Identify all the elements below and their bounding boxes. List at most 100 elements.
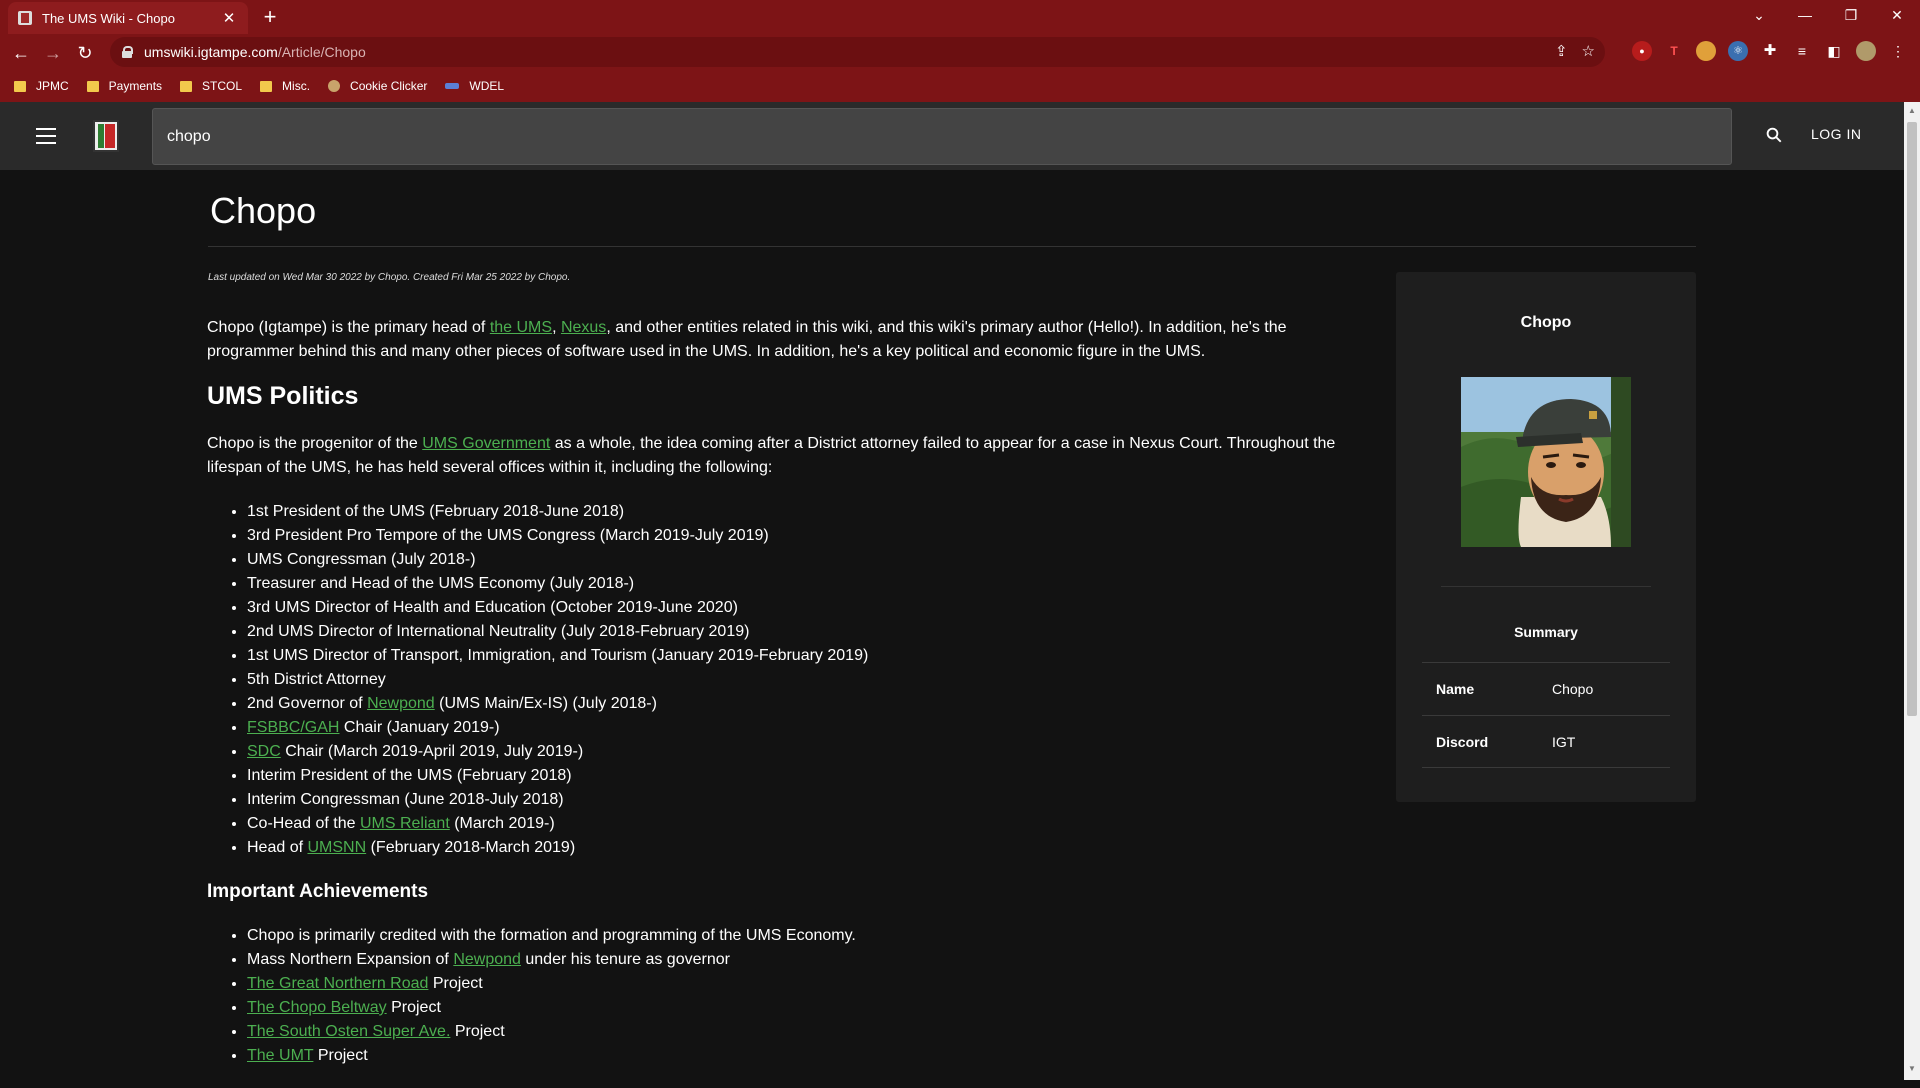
link-chopo-beltway[interactable]: The Chopo Beltway bbox=[247, 999, 387, 1016]
scroll-thumb[interactable] bbox=[1907, 122, 1917, 716]
infobox: Chopo Summary Name Chopo Discord IGT bbox=[1396, 272, 1696, 802]
side-panel-icon[interactable]: ◧ bbox=[1824, 41, 1844, 61]
extensions-puzzle-icon[interactable]: ✚ bbox=[1760, 41, 1780, 61]
link-newpond[interactable]: Newpond bbox=[453, 951, 521, 968]
list-item: The South Osten Super Ave. Project bbox=[247, 1020, 1367, 1044]
bookmark-stcol[interactable]: STCOL bbox=[180, 79, 242, 93]
avatar bbox=[1461, 377, 1631, 547]
ublock-extension-icon[interactable]: ● bbox=[1632, 41, 1652, 61]
scroll-down-icon[interactable]: ▼ bbox=[1907, 1064, 1917, 1073]
lock-icon[interactable] bbox=[122, 46, 133, 58]
page-title: Chopo bbox=[210, 190, 317, 231]
bookmark-cookie-clicker[interactable]: Cookie Clicker bbox=[328, 79, 427, 93]
back-icon[interactable]: ← bbox=[8, 40, 34, 66]
bookmark-label: Misc. bbox=[282, 79, 311, 93]
cookie-icon bbox=[328, 80, 341, 92]
article-page: Chopo Last updated on Wed Mar 30 2022 by… bbox=[0, 170, 1904, 1080]
extension-tp-icon[interactable]: T bbox=[1664, 41, 1684, 61]
list-item: Chopo is primarily credited with the for… bbox=[247, 924, 1367, 948]
list-item: The Great Northern Road Project bbox=[247, 972, 1367, 996]
article-meta: Last updated on Wed Mar 30 2022 by Chopo… bbox=[208, 272, 571, 283]
site-favicon-icon bbox=[18, 11, 32, 25]
article-content: Chopo (Igtampe) is the primary head of t… bbox=[207, 316, 1367, 1088]
list-item: 2nd Governor of Newpond (UMS Main/Ex-IS)… bbox=[247, 692, 1367, 716]
restore-button[interactable]: ❐ bbox=[1828, 0, 1874, 30]
folder-icon bbox=[14, 80, 26, 92]
row-key: Discord bbox=[1436, 733, 1489, 750]
folder-icon bbox=[86, 80, 99, 92]
new-tab-button[interactable]: + bbox=[258, 4, 282, 30]
list-item: FSBBC/GAH Chair (January 2019-) bbox=[247, 716, 1367, 740]
list-item: 3rd President Pro Tempore of the UMS Con… bbox=[247, 524, 1367, 548]
link-south-osten-super-ave[interactable]: The South Osten Super Ave. bbox=[247, 1023, 450, 1040]
bookmark-wdel[interactable]: WDEL bbox=[445, 79, 504, 93]
link-sdc[interactable]: SDC bbox=[247, 743, 281, 760]
bookmark-star-icon[interactable]: ☆ bbox=[1582, 42, 1595, 60]
bookmark-label: Cookie Clicker bbox=[350, 79, 428, 93]
row-value: IGT bbox=[1552, 733, 1576, 750]
browser-menu-icon[interactable]: ⋮ bbox=[1888, 41, 1908, 61]
offices-list: 1st President of the UMS (February 2018-… bbox=[207, 500, 1367, 860]
intro-paragraph: Chopo (Igtampe) is the primary head of t… bbox=[207, 319, 1287, 360]
list-item: The Chopo Beltway Project bbox=[247, 996, 1367, 1020]
login-button[interactable]: LOG IN bbox=[1811, 126, 1861, 142]
row-value: Chopo bbox=[1552, 681, 1594, 697]
minimize-button[interactable]: — bbox=[1782, 0, 1828, 30]
link-great-northern-road[interactable]: The Great Northern Road bbox=[247, 975, 428, 992]
link-nexus[interactable]: Nexus bbox=[561, 319, 606, 336]
browser-tab[interactable]: The UMS Wiki - Chopo ✕ bbox=[8, 2, 248, 34]
link-umsnn[interactable]: UMSNN bbox=[307, 839, 366, 856]
menu-icon[interactable] bbox=[36, 128, 56, 144]
share-icon[interactable]: ⇪ bbox=[1555, 42, 1568, 60]
list-item: The UMT Project bbox=[247, 1044, 1367, 1068]
search-icon[interactable] bbox=[1765, 126, 1783, 144]
title-divider bbox=[208, 246, 1696, 247]
reading-list-icon[interactable]: ≡ bbox=[1792, 41, 1812, 61]
link-the-umt[interactable]: The UMT bbox=[247, 1047, 313, 1064]
address-bar[interactable]: umswiki.igtampe.com /Article/Chopo ⇪ ☆ bbox=[110, 37, 1605, 67]
list-item: Head of UMSNN (February 2018-March 2019) bbox=[247, 836, 1367, 860]
bookmarks-bar: JPMC Payments STCOL Misc. Cookie Clicker… bbox=[0, 72, 1920, 100]
url-host: umswiki.igtampe.com bbox=[144, 44, 278, 60]
bookmark-misc[interactable]: Misc. bbox=[260, 79, 310, 93]
page-scrollbar[interactable]: ▲ ▼ bbox=[1904, 102, 1920, 1080]
bookmark-label: Payments bbox=[108, 79, 163, 93]
wdel-icon bbox=[445, 83, 460, 89]
bookmark-label: STCOL bbox=[202, 79, 243, 93]
politics-paragraph: Chopo is the progenitor of the UMS Gover… bbox=[207, 435, 1336, 476]
folder-icon bbox=[260, 80, 273, 92]
bookmark-label: WDEL bbox=[469, 79, 505, 93]
tab-search-icon[interactable]: ⌄ bbox=[1736, 0, 1782, 30]
table-row: Name Chopo bbox=[1422, 662, 1670, 715]
scroll-up-icon[interactable]: ▲ bbox=[1907, 106, 1917, 115]
infobox-title: Chopo bbox=[1520, 314, 1572, 331]
link-the-ums[interactable]: the UMS bbox=[490, 319, 552, 336]
list-item: 3rd UMS Director of Health and Education… bbox=[247, 596, 1367, 620]
search-input[interactable]: chopo bbox=[152, 108, 1732, 165]
list-item: SDC Chair (March 2019-April 2019, July 2… bbox=[247, 740, 1367, 764]
achievements-heading: Important Achievements bbox=[207, 881, 429, 902]
forward-icon[interactable]: → bbox=[40, 40, 66, 66]
link-fsbbc-gah[interactable]: FSBBC/GAH bbox=[247, 719, 339, 736]
profile-avatar[interactable] bbox=[1856, 41, 1876, 61]
cookie-extension-icon[interactable] bbox=[1696, 41, 1716, 61]
browser-chrome: The UMS Wiki - Chopo ✕ + ⌄ — ❐ ✕ ← → ↻ u… bbox=[0, 0, 1920, 102]
link-newpond[interactable]: Newpond bbox=[367, 695, 435, 712]
wiki-logo[interactable] bbox=[93, 120, 119, 152]
list-item: Interim Congressman (June 2018-July 2018… bbox=[247, 788, 1367, 812]
bookmark-payments[interactable]: Payments bbox=[86, 79, 163, 93]
react-extension-icon[interactable]: ⚛ bbox=[1728, 41, 1748, 61]
table-row: Discord IGT bbox=[1422, 715, 1670, 768]
close-window-button[interactable]: ✕ bbox=[1874, 0, 1920, 30]
list-item: Mass Northern Expansion of Newpond under… bbox=[247, 948, 1367, 972]
tab-title: The UMS Wiki - Chopo bbox=[42, 10, 175, 26]
reload-icon[interactable]: ↻ bbox=[72, 40, 98, 66]
bookmark-jpmc[interactable]: JPMC bbox=[14, 79, 69, 93]
infobox-divider bbox=[1441, 586, 1651, 587]
list-item: 1st President of the UMS (February 2018-… bbox=[247, 500, 1367, 524]
link-ums-reliant[interactable]: UMS Reliant bbox=[360, 815, 450, 832]
list-item: Treasurer and Head of the UMS Economy (J… bbox=[247, 572, 1367, 596]
link-ums-government[interactable]: UMS Government bbox=[422, 435, 550, 452]
close-tab-icon[interactable]: ✕ bbox=[220, 9, 238, 27]
wiki-app-bar: chopo LOG IN bbox=[0, 102, 1904, 170]
